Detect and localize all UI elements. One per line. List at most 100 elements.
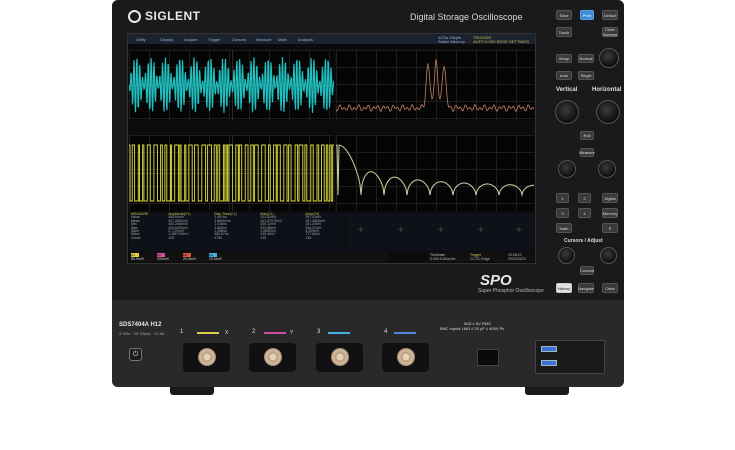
menu-math[interactable]: Math [278, 37, 287, 42]
usb-port-2[interactable] [541, 360, 557, 366]
input-rating-label: 50Ω ≤ 5V RMS BNC Inputs 1MΩ // 20 pF ≤ 4… [440, 321, 505, 331]
add-icon[interactable]: + [516, 225, 522, 236]
menu-trigger[interactable]: Trigger [208, 37, 221, 42]
ch2-waveform [129, 56, 334, 113]
table-row: Count 125 4796 125 135 [131, 235, 312, 240]
waveform-pane-ch1[interactable] [129, 135, 334, 211]
menu-measure[interactable]: Measure [256, 37, 272, 42]
channel-4-number: 4 [384, 329, 388, 335]
vertical-scale-knob[interactable] [555, 100, 579, 124]
save-button[interactable]: Save [556, 10, 572, 20]
menu-analysis[interactable]: Analysis [298, 37, 313, 42]
timebase-info[interactable]: Timebase 0.00s 5.00us/div Trigger C1 DC … [428, 252, 534, 262]
vertical-position-knob[interactable] [558, 160, 576, 178]
channel-badge-c4[interactable]: C4 10.0mV/ [209, 253, 231, 261]
single-button[interactable]: Single [578, 71, 594, 80]
bnc-connector-icon [264, 348, 282, 366]
cursors-adjust-label: Cursors / Adjust [564, 238, 603, 244]
bnc-input-2[interactable] [249, 343, 296, 372]
brand-name: SIGLENT [145, 9, 201, 23]
model-number: SDS7404A H12 [119, 322, 162, 328]
cursors-button[interactable]: Cursors [580, 266, 594, 275]
math-pane[interactable] [336, 135, 534, 211]
oscilloscope-screen[interactable]: Utility Display Acquire Trigger Cursors … [127, 33, 536, 264]
channel-1-color-bar [197, 332, 219, 334]
left-foot [170, 387, 214, 395]
measurement-table[interactable]: MEASURE Amplitude(C1) Rise Time(C1) Max(… [129, 212, 345, 251]
menu-cursors[interactable]: Cursors [232, 37, 246, 42]
menu-bar: Utility Display Acquire Trigger Cursors … [128, 34, 535, 44]
measurement-empty-slots[interactable]: + + + + + [346, 213, 534, 251]
fft-trace [336, 59, 534, 113]
print-button[interactable]: Print [580, 10, 594, 20]
channel-4-color-bar [394, 332, 416, 334]
bnc-connector-icon [331, 348, 349, 366]
bnc-input-4[interactable] [382, 343, 429, 372]
normal-button[interactable]: Normal [578, 54, 594, 63]
trigger-settings: AUTO 0.00V EDGE SETTINGS [473, 39, 530, 44]
memory-button[interactable]: Memory [602, 208, 618, 218]
power-button[interactable]: ⏻ [129, 348, 142, 361]
siglent-logo-icon [128, 10, 141, 23]
roll-button[interactable]: Roll [580, 131, 594, 140]
channel-3-number: 3 [317, 329, 321, 335]
auto-button[interactable]: Auto [556, 71, 572, 80]
clear-button[interactable]: Clear [602, 283, 618, 293]
channel-2-color-bar [264, 332, 286, 334]
acq-memory: Stable Memory [438, 39, 465, 44]
channel-1-number: 1 [180, 329, 184, 335]
touch-button[interactable]: Touch [556, 27, 572, 37]
channel-2-letter: Y [290, 330, 294, 336]
digital-button[interactable]: Digital [602, 193, 618, 203]
channel-3-button[interactable]: 3 [556, 208, 569, 218]
channel-badge-c1[interactable]: C1 50.0mV/ [131, 253, 153, 261]
search-icon: ⚲ [608, 225, 612, 231]
aux-port[interactable] [477, 349, 499, 366]
usb-port-1[interactable] [541, 346, 557, 352]
add-icon[interactable]: + [438, 225, 444, 236]
navigate-button[interactable]: Navigate [578, 283, 594, 293]
channel-badge-c3[interactable]: C3 20.0mV/ [183, 253, 205, 261]
waveform-pane-ch2[interactable] [129, 50, 334, 120]
fft-pane[interactable] [336, 50, 534, 120]
clock-date: 2022/04/23 [508, 257, 526, 261]
channel-badge-c2[interactable]: C2 200mV/ [157, 253, 179, 261]
cursor-knob-b[interactable] [600, 247, 617, 264]
channel-2-number: 2 [252, 329, 256, 335]
menu-display[interactable]: Display [160, 37, 173, 42]
horizontal-position-knob[interactable] [598, 160, 616, 178]
bnc-connector-icon [397, 348, 415, 366]
bnc-input-1[interactable] [183, 343, 230, 372]
bnc-connector-icon [198, 348, 216, 366]
vertical-label: Vertical [556, 87, 578, 93]
add-icon[interactable]: + [478, 225, 484, 236]
horizontal-scale-knob[interactable] [596, 100, 620, 124]
default-button[interactable]: Default [602, 10, 618, 20]
channel-2-button[interactable]: 2 [578, 193, 591, 203]
math-trace [336, 144, 534, 197]
menu-utility[interactable]: Utility [136, 37, 146, 42]
menu-acquire[interactable]: Acquire [184, 37, 198, 42]
model-spec: 4 GHz · 20 GSa/s · 12-bit [119, 331, 165, 336]
setup-button[interactable]: Setup [556, 54, 572, 63]
power-icon: ⏻ [132, 351, 139, 358]
clear-sweeps-button[interactable]: Clear Sweeps [602, 27, 618, 37]
brand-logo: SIGLENT [128, 9, 201, 23]
model-title: Digital Storage Oscilloscope [410, 12, 523, 22]
right-foot [525, 387, 569, 395]
spo-logo: SPO [480, 272, 512, 289]
search-button[interactable]: ⚲ [602, 223, 618, 233]
channel-1-button[interactable]: 1 [556, 193, 569, 203]
measure-button[interactable]: Measure [579, 148, 595, 157]
bnc-input-3[interactable] [316, 343, 363, 372]
trigger-level-knob[interactable] [599, 48, 619, 68]
cursor-knob-a[interactable] [558, 247, 575, 264]
ch1-waveform [129, 144, 334, 202]
channel-4-button[interactable]: 4 [578, 208, 591, 218]
add-icon[interactable]: + [358, 225, 364, 236]
add-icon[interactable]: + [398, 225, 404, 236]
channel-status-bar: C1 50.0mV/ C2 200mV/ C3 20.0mV/ C4 10.0mV/ [129, 252, 389, 262]
channel-1-letter: X [225, 330, 229, 336]
math-button[interactable]: Math [556, 223, 572, 233]
history-button[interactable]: History [556, 283, 572, 293]
